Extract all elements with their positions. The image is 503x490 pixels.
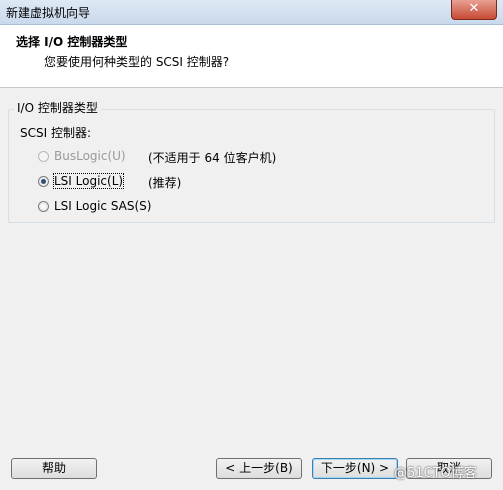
radio-lsi-logic-sas[interactable] <box>38 201 49 212</box>
group-label: I/O 控制器类型 <box>14 99 101 116</box>
radio-lsi-logic[interactable] <box>38 176 49 187</box>
page-title: 选择 I/O 控制器类型 <box>16 35 128 49</box>
next-button[interactable]: 下一步(N) > <box>312 458 398 479</box>
option-lsi-logic-label: LSI Logic(L) <box>52 173 125 189</box>
radio-buslogic[interactable] <box>38 151 49 162</box>
watermark: @51CTO博客 <box>394 466 477 481</box>
back-button[interactable]: < 上一步(B) <box>216 458 302 479</box>
option-buslogic-note: (不适用于 64 位客户机) <box>148 151 277 165</box>
scsi-controller-label: SCSI 控制器: <box>20 126 92 140</box>
option-buslogic-label: BusLogic(U) <box>54 149 126 163</box>
option-lsi-logic-note: (推荐) <box>148 176 182 190</box>
close-icon: ✕ <box>468 1 480 16</box>
option-lsi-logic-sas-label: LSI Logic SAS(S) <box>54 199 152 213</box>
title-bar: 新建虚拟机向导 ✕ <box>0 0 503 25</box>
window-title: 新建虚拟机向导 <box>6 6 91 20</box>
help-button[interactable]: 帮助 <box>11 458 97 479</box>
close-button[interactable]: ✕ <box>451 0 497 20</box>
wizard-header: 选择 I/O 控制器类型 您要使用何种类型的 SCSI 控制器? <box>0 25 503 88</box>
page-subtitle: 您要使用何种类型的 SCSI 控制器? <box>44 55 230 69</box>
